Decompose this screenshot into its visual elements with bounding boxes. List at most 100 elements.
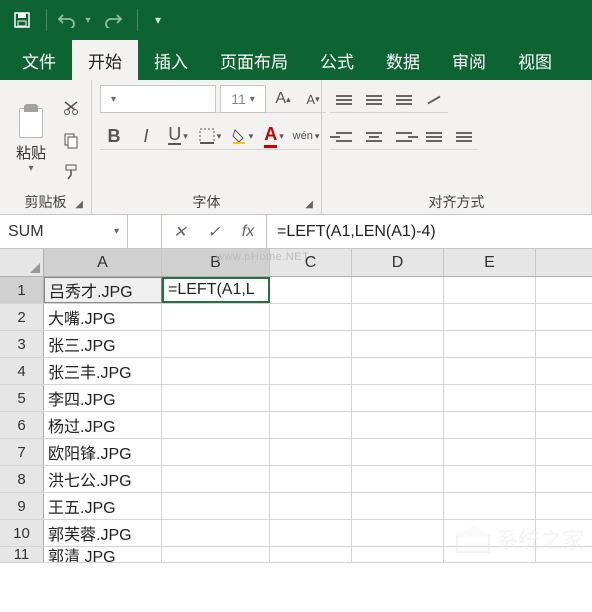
cell[interactable]: [162, 493, 270, 519]
cell[interactable]: [444, 277, 536, 303]
cell[interactable]: [270, 493, 352, 519]
phonetic-button[interactable]: wén▾: [292, 122, 320, 150]
cell[interactable]: 张三丰.JPG: [44, 358, 162, 384]
clipboard-launcher-icon[interactable]: ◢: [75, 199, 83, 210]
cell[interactable]: [162, 358, 270, 384]
decrease-indent-icon[interactable]: [420, 123, 448, 151]
cell[interactable]: [270, 439, 352, 465]
cell[interactable]: [162, 466, 270, 492]
orientation-icon[interactable]: [420, 86, 448, 114]
row-header[interactable]: 11: [0, 547, 44, 562]
cell[interactable]: 洪七公.JPG: [44, 466, 162, 492]
row-header[interactable]: 8: [0, 466, 44, 492]
row-header[interactable]: 2: [0, 304, 44, 330]
cell[interactable]: [352, 385, 444, 411]
tab-formulas[interactable]: 公式: [304, 40, 370, 80]
tab-pagelayout[interactable]: 页面布局: [204, 40, 304, 80]
align-right-icon[interactable]: [390, 123, 418, 151]
fill-color-button[interactable]: ▾: [228, 122, 256, 150]
cell[interactable]: [352, 358, 444, 384]
cell[interactable]: [162, 385, 270, 411]
cell[interactable]: [444, 331, 536, 357]
align-left-icon[interactable]: [330, 123, 358, 151]
align-bottom-icon[interactable]: [390, 86, 418, 114]
cell[interactable]: [162, 439, 270, 465]
cell[interactable]: [162, 412, 270, 438]
paste-button[interactable]: 粘贴 ▾: [8, 93, 54, 183]
row-header[interactable]: 4: [0, 358, 44, 384]
cell[interactable]: [444, 412, 536, 438]
undo-dropdown-icon[interactable]: ▾: [81, 6, 95, 34]
cell[interactable]: [162, 331, 270, 357]
name-box[interactable]: SUM▾: [0, 215, 128, 248]
cell[interactable]: [270, 520, 352, 546]
cell[interactable]: [444, 439, 536, 465]
save-icon[interactable]: [8, 6, 36, 34]
cell[interactable]: [162, 304, 270, 330]
cell[interactable]: [162, 520, 270, 546]
row-header[interactable]: 5: [0, 385, 44, 411]
cell[interactable]: [444, 466, 536, 492]
cell[interactable]: [270, 277, 352, 303]
cell-A1[interactable]: 吕秀才.JPG: [44, 277, 162, 303]
cell[interactable]: [352, 547, 444, 562]
redo-icon[interactable]: [99, 6, 127, 34]
cut-icon[interactable]: [60, 97, 82, 119]
cancel-formula-icon[interactable]: ✕: [168, 220, 192, 244]
align-middle-icon[interactable]: [360, 86, 388, 114]
cell[interactable]: [444, 358, 536, 384]
cell[interactable]: [444, 385, 536, 411]
cell[interactable]: 欧阳锋.JPG: [44, 439, 162, 465]
row-header[interactable]: 9: [0, 493, 44, 519]
copy-icon[interactable]: [60, 129, 82, 151]
col-header-E[interactable]: E: [444, 249, 536, 276]
cell[interactable]: [270, 412, 352, 438]
tab-view[interactable]: 视图: [502, 40, 568, 80]
cell[interactable]: [270, 304, 352, 330]
cell[interactable]: [352, 304, 444, 330]
cell[interactable]: 王五.JPG: [44, 493, 162, 519]
select-all-corner[interactable]: [0, 249, 44, 276]
font-color-button[interactable]: A▾: [260, 122, 288, 150]
insert-function-icon[interactable]: fx: [236, 220, 260, 244]
col-header-A[interactable]: A: [44, 249, 162, 276]
underline-button[interactable]: U▾: [164, 122, 192, 150]
align-top-icon[interactable]: [330, 86, 358, 114]
cell-B1[interactable]: =LEFT(A1,L: [162, 277, 270, 303]
cell[interactable]: [352, 277, 444, 303]
format-painter-icon[interactable]: [60, 161, 82, 183]
row-header[interactable]: 1: [0, 277, 44, 303]
cell[interactable]: [270, 331, 352, 357]
font-size-dropdown[interactable]: 11▾: [220, 85, 266, 113]
tab-data[interactable]: 数据: [370, 40, 436, 80]
row-header[interactable]: 7: [0, 439, 44, 465]
enter-formula-icon[interactable]: ✓: [202, 220, 226, 244]
undo-icon[interactable]: [53, 6, 81, 34]
cell[interactable]: [270, 358, 352, 384]
cell[interactable]: 大嘴.JPG: [44, 304, 162, 330]
tab-home[interactable]: 开始: [72, 40, 138, 80]
tab-insert[interactable]: 插入: [138, 40, 204, 80]
cell[interactable]: [352, 466, 444, 492]
cell[interactable]: 李四.JPG: [44, 385, 162, 411]
cell[interactable]: 杨过.JPG: [44, 412, 162, 438]
cell[interactable]: [352, 331, 444, 357]
row-header[interactable]: 3: [0, 331, 44, 357]
row-header[interactable]: 6: [0, 412, 44, 438]
cell[interactable]: [444, 493, 536, 519]
formula-input[interactable]: =LEFT(A1,LEN(A1)-4): [267, 215, 592, 248]
cell[interactable]: 郭清 JPG: [44, 547, 162, 562]
cell[interactable]: [270, 466, 352, 492]
cell[interactable]: 郭芙蓉.JPG: [44, 520, 162, 546]
cell[interactable]: [270, 385, 352, 411]
customize-qat-icon[interactable]: ▾: [144, 6, 172, 34]
increase-indent-icon[interactable]: [450, 123, 478, 151]
col-header-D[interactable]: D: [352, 249, 444, 276]
font-launcher-icon[interactable]: ◢: [305, 199, 313, 210]
align-center-icon[interactable]: [360, 123, 388, 151]
bold-button[interactable]: B: [100, 122, 128, 150]
tab-review[interactable]: 审阅: [436, 40, 502, 80]
cell[interactable]: [270, 547, 352, 562]
border-button[interactable]: ▾: [196, 122, 224, 150]
cell[interactable]: [352, 493, 444, 519]
